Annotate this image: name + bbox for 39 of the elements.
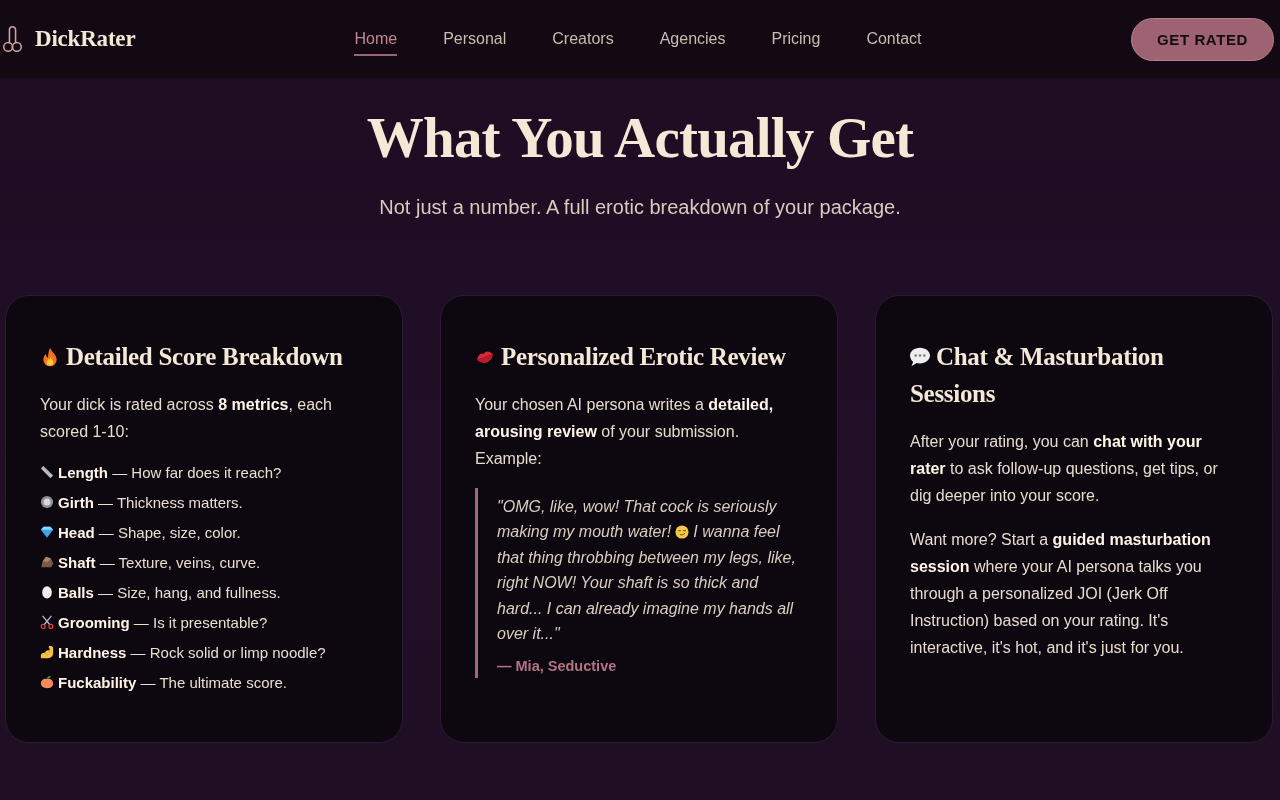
metric-item: Fuckability — The ultimate score. (58, 673, 287, 691)
card-title: Detailed Score Breakdown (40, 338, 370, 375)
section-heading: What You Actually Get (365, 106, 915, 170)
fire-icon (40, 347, 60, 367)
metric-item: Shaft — Texture, veins, curve. (58, 553, 261, 571)
nav-link[interactable]: Contact (866, 22, 922, 56)
card-title: Chat & Masturbation Sessions (910, 342, 1165, 409)
nav-link[interactable]: Home (354, 22, 398, 56)
metric-item: Grooming — Is it presentable? (58, 613, 268, 631)
metric-item: Length — How far does it reach? (58, 463, 282, 481)
circle-icon (40, 495, 54, 509)
flexed-arm-icon (40, 645, 54, 659)
metric-item: Hardness — Rock solid or limp noodle? (58, 643, 326, 661)
metric-item: Balls — Size, hang, and fullness. (58, 583, 281, 601)
card-intro: Your dick is rated across 8 metrics, each scored 1-10: (40, 395, 333, 442)
metric-item: Head — Shape, size, color. (58, 523, 241, 541)
speech-bubble-icon (910, 347, 930, 367)
ruler-icon (40, 465, 54, 479)
peach-icon (40, 675, 54, 689)
card-paragraph: Want more? Start a guided masturbation session where your AI persona talks you through a personalized JOI (Jerk Off Instruction) based on your rating. It's interactive, it's hot, and it's just for you. (910, 530, 1212, 658)
scissors-icon (40, 615, 54, 629)
nav-link[interactable]: Creators (552, 22, 614, 56)
logo-icon[interactable] (2, 24, 23, 54)
egg-icon (40, 585, 54, 599)
nav-link[interactable]: Agencies (659, 22, 726, 56)
nav-link[interactable]: Pricing (771, 22, 821, 56)
card-intro: Your chosen AI persona writes a detailed, arousing review of your submission. Example: (475, 395, 775, 469)
card-paragraph: After your rating, you can chat with your rater to ask follow-up questions, get tips, or dig deeper into your score. (910, 432, 1219, 506)
smirking-face-icon (675, 525, 690, 540)
rock-icon (40, 555, 54, 569)
get-rated-button[interactable]: GET RATED (1131, 17, 1274, 61)
section-subtitle: Not just a number. A full erotic breakdown of your package. (378, 195, 902, 219)
logo-text[interactable]: DickRater (35, 26, 136, 52)
quote-text: "OMG, like, wow! That cock is seriously making my mouth water! I wanna feel that thing throbbing between my legs, like, right NOW! Your shaft is so thick and hard... I can already imagine my hands all over it..." (497, 497, 797, 645)
metric-item: Girth — Thickness matters. (58, 493, 243, 511)
quote-attribution: — Mia, Seductive (497, 658, 618, 675)
nav-link[interactable]: Personal (443, 22, 507, 56)
gem-icon (40, 525, 54, 539)
card-title: Personalized Erotic Review (475, 338, 805, 375)
